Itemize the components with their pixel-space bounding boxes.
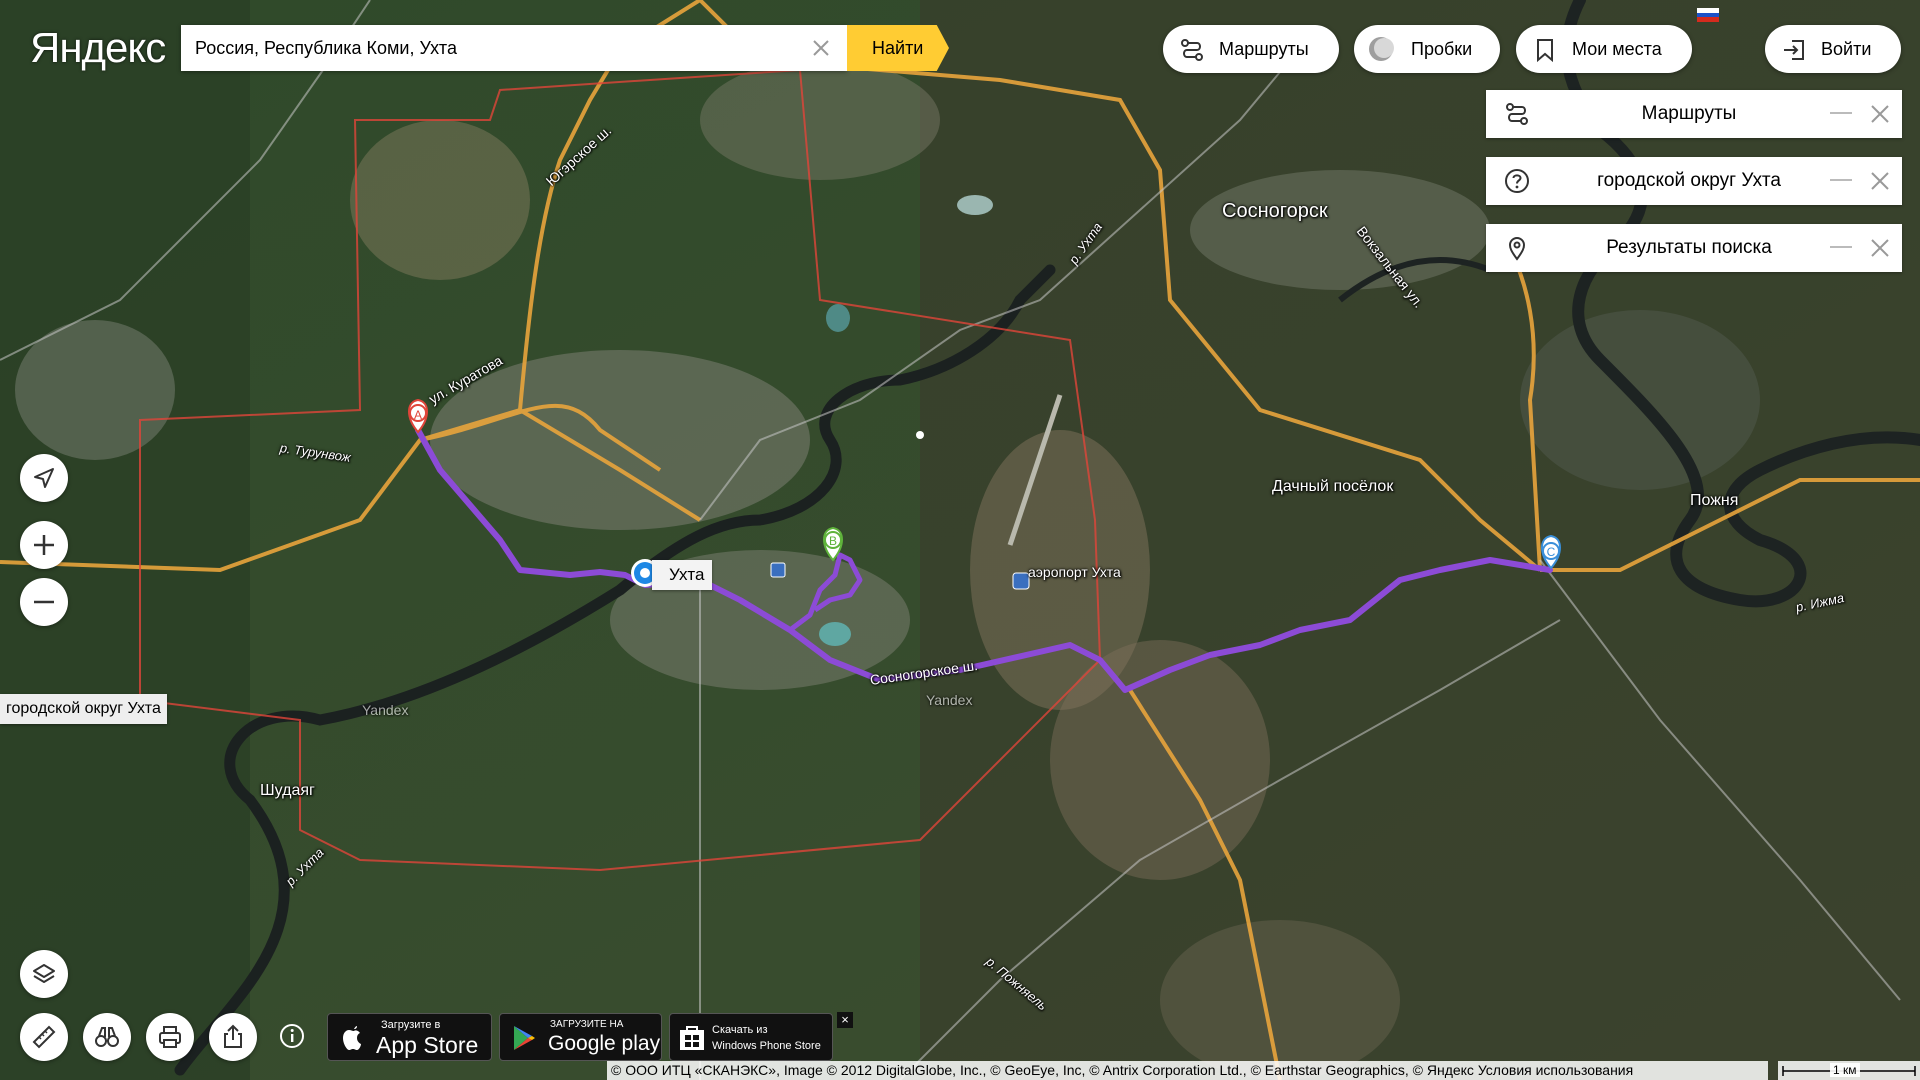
windows-phone-small-text: Скачать из bbox=[712, 1024, 768, 1036]
bus-station-icon bbox=[770, 562, 786, 578]
app-store-badge[interactable]: Загрузите в App Store bbox=[327, 1013, 492, 1061]
scale-bar: 1 км bbox=[1778, 1061, 1920, 1080]
label-airport: аэропорт Ухта bbox=[1028, 564, 1121, 580]
badges-close-button[interactable]: × bbox=[837, 1012, 853, 1028]
login-label: Войти bbox=[1821, 39, 1872, 59]
routes-label: Маршруты bbox=[1219, 39, 1309, 59]
layers-button[interactable] bbox=[20, 950, 68, 998]
route-icon bbox=[1181, 39, 1203, 61]
pin-icon bbox=[1508, 237, 1526, 261]
location-arrow-icon bbox=[34, 468, 54, 488]
traffic-icon bbox=[1369, 37, 1394, 61]
apple-icon bbox=[343, 1026, 361, 1050]
waypoint-a-letter: A bbox=[414, 408, 422, 422]
region-panel-label: городской округ Ухта bbox=[1597, 170, 1781, 191]
google-play-small-text: ЗАГРУЗИТЕ НА bbox=[550, 1019, 624, 1030]
my-places-button[interactable]: Мои места bbox=[1516, 25, 1692, 73]
close-icon[interactable] bbox=[1868, 236, 1892, 260]
plus-icon bbox=[34, 535, 54, 555]
waypoint-c-letter: C bbox=[1547, 545, 1556, 559]
watermark-yandex: Yandex bbox=[926, 692, 973, 708]
search-button[interactable]: Найти bbox=[847, 25, 949, 71]
watermark-yandex: Yandex bbox=[362, 702, 409, 718]
language-flag-icon[interactable] bbox=[1697, 8, 1719, 22]
share-button[interactable] bbox=[209, 1013, 257, 1061]
info-icon[interactable] bbox=[277, 1021, 307, 1051]
ruler-button[interactable] bbox=[20, 1013, 68, 1061]
city-label[interactable]: Ухта bbox=[652, 560, 713, 590]
airport-icon bbox=[1012, 572, 1030, 590]
region-label[interactable]: городской округ Ухта bbox=[0, 694, 167, 724]
share-icon bbox=[224, 1024, 242, 1048]
minus-icon bbox=[34, 600, 54, 604]
copyright-bar[interactable]: © ООО ИТЦ «СКАНЭКС», Image © 2012 Digita… bbox=[607, 1061, 1768, 1080]
scale-label: 1 км bbox=[1830, 1063, 1860, 1077]
label-shudayag: Шудаяг bbox=[260, 782, 315, 799]
waypoint-b-letter: B bbox=[829, 534, 837, 548]
traffic-button[interactable]: Пробки bbox=[1354, 25, 1500, 73]
google-play-icon bbox=[514, 1026, 535, 1050]
windows-phone-text: Windows Phone Store bbox=[712, 1040, 821, 1052]
search-results-label: Результаты поиска bbox=[1606, 237, 1772, 258]
geolocation-button[interactable] bbox=[20, 454, 68, 502]
ruler-icon bbox=[32, 1025, 56, 1049]
zoom-out-button[interactable] bbox=[20, 578, 68, 626]
search-input[interactable] bbox=[181, 25, 781, 71]
yandex-logo[interactable]: Яндекс bbox=[30, 24, 166, 72]
label-sosnogorsk: Сосногорск bbox=[1222, 200, 1328, 222]
minimize-icon[interactable] bbox=[1830, 112, 1852, 114]
routes-panel[interactable]: Маршруты bbox=[1486, 90, 1902, 138]
routes-button[interactable]: Маршруты bbox=[1163, 25, 1339, 73]
railway-station-icon bbox=[916, 431, 924, 439]
windows-phone-badge[interactable]: Скачать из Windows Phone Store bbox=[669, 1013, 833, 1061]
clear-icon[interactable] bbox=[809, 36, 833, 60]
login-icon bbox=[1784, 40, 1804, 60]
windows-store-icon bbox=[680, 1026, 704, 1050]
login-button[interactable]: Войти bbox=[1765, 25, 1901, 73]
app-store-small-text: Загрузите в bbox=[381, 1019, 441, 1031]
label-pozhnya: Пожня bbox=[1690, 492, 1739, 509]
binoculars-icon bbox=[95, 1027, 119, 1047]
question-icon bbox=[1505, 169, 1529, 193]
label-dachny: Дачный посёлок bbox=[1272, 478, 1394, 495]
close-icon[interactable] bbox=[1868, 102, 1892, 126]
layers-icon bbox=[33, 964, 55, 983]
routes-panel-label: Маршруты bbox=[1641, 103, 1737, 124]
printer-icon bbox=[159, 1026, 181, 1048]
panorama-button[interactable] bbox=[83, 1013, 131, 1061]
route-icon bbox=[1506, 103, 1528, 125]
minimize-icon[interactable] bbox=[1830, 246, 1852, 248]
close-icon[interactable] bbox=[1868, 169, 1892, 193]
search-box bbox=[181, 25, 847, 71]
search-results-panel[interactable]: Результаты поиска bbox=[1486, 224, 1902, 272]
region-panel[interactable]: городской округ Ухта bbox=[1486, 157, 1902, 205]
bookmark-icon bbox=[1537, 39, 1553, 63]
zoom-in-button[interactable] bbox=[20, 521, 68, 569]
minimize-icon[interactable] bbox=[1830, 179, 1852, 181]
my-places-label: Мои места bbox=[1572, 39, 1662, 59]
google-play-text: Google play bbox=[548, 1032, 661, 1055]
google-play-badge[interactable]: ЗАГРУЗИТЕ НА Google play bbox=[499, 1013, 662, 1061]
print-button[interactable] bbox=[146, 1013, 194, 1061]
app-store-text: App Store bbox=[376, 1032, 479, 1058]
traffic-label: Пробки bbox=[1411, 39, 1473, 59]
